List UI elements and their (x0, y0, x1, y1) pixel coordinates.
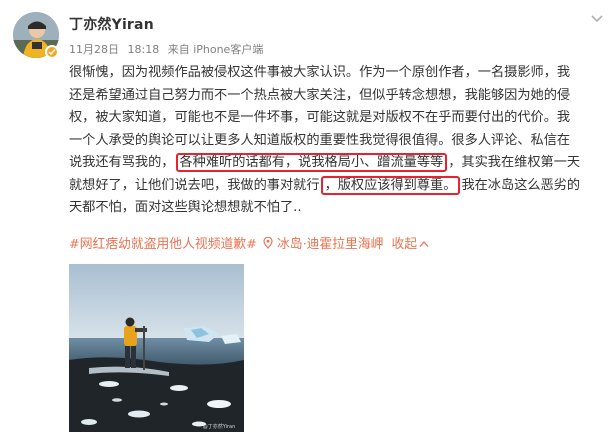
location-pin-icon (263, 236, 273, 249)
chevron-down-icon[interactable] (590, 14, 604, 24)
post-meta: 11月28日 18:18 来自 iPhone客户端 (69, 41, 268, 57)
post-line: 天都不怕，面对这些舆论想想就不怕了.. (69, 200, 302, 215)
post-line: 就想好了，让他们说去吧，我做的事对就行 ，版权应该得到尊重。 我在冰岛这么恶劣的 (69, 175, 581, 195)
collapse-up-icon (419, 241, 429, 247)
highlight-box: ，版权应该得到尊重。 (320, 175, 461, 195)
post-line: 还是希望通过自己努力而不一个热点被大家关注，但似乎转念想想，我能够因为她的侵 (69, 87, 571, 103)
post-date[interactable]: 11月28日 (69, 43, 119, 56)
location-link[interactable]: 冰岛·迪霍拉里海岬 (277, 237, 383, 252)
verified-badge-icon (45, 45, 59, 59)
post-text: 很惭愧，因为视频作品被侵权这件事被大家认识。作为一个原创作者，一名摄影师，我 还… (69, 62, 614, 220)
author-name[interactable]: 丁亦然Yiran (69, 14, 154, 34)
collapse-link[interactable]: 收起 (392, 237, 430, 252)
highlight-box: 各种难听的话都有，说我格局小、蹭流量等等 (175, 153, 448, 172)
topic-link[interactable]: #网红痞幼就盗用他人视频道歉# (69, 237, 257, 252)
post-tags: #网红痞幼就盗用他人视频道歉# 冰岛·迪霍拉里海岬 收起 (69, 233, 429, 252)
post-line: 权，被大家知道，可能也不是一件坏事，可能这就是对版权不在乎而要付出的代价。我 (69, 110, 571, 125)
post-line: 很惭愧，因为视频作品被侵权这件事被大家认识。作为一个原创作者，一名摄影师，我 (69, 65, 571, 80)
photo-watermark: @丁亦然Yiran (203, 423, 236, 430)
post-time: 18:18 (127, 43, 160, 56)
post-line: 说我还有骂我的， 各种难听的话都有，说我格局小、蹭流量等等 ，其实我在维权第一天 (69, 153, 581, 172)
post-source: 来自 iPhone客户端 (167, 43, 264, 56)
post-photo[interactable]: @丁亦然Yiran (69, 264, 244, 432)
post-line: 一个人承受的舆论可以让更多人知道版权的重要性我觉得很值得。很多人评论、私信在 (69, 132, 571, 148)
